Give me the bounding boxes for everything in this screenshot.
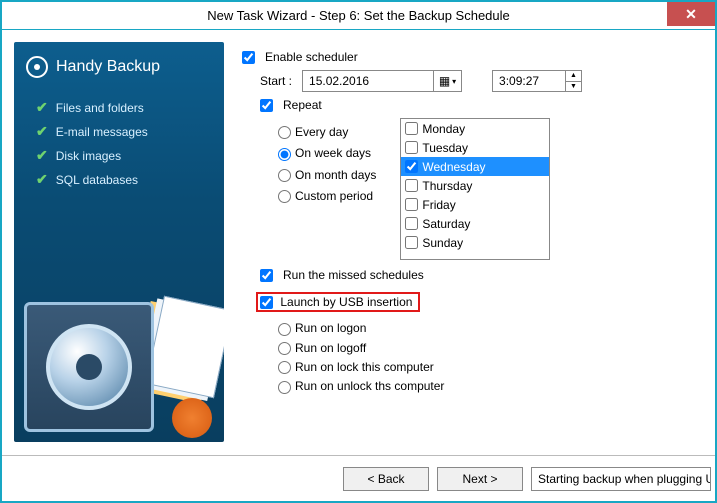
freq-every-day[interactable]: Every day (278, 125, 376, 139)
freq-week-days[interactable]: On week days (278, 146, 376, 160)
enable-scheduler-checkbox[interactable] (242, 51, 255, 64)
safe-illustration (14, 242, 224, 442)
weekday-item[interactable]: Monday (401, 119, 549, 138)
papers-icon (145, 296, 224, 399)
weekday-list[interactable]: Monday Tuesday Wednesday Thursday Friday Satu… (400, 118, 550, 260)
run-on-logon[interactable]: Run on logon (278, 321, 703, 335)
frequency-block: Every day On week days On month days Cus… (278, 118, 703, 260)
freq-every-day-radio[interactable] (278, 126, 291, 139)
weekday-item[interactable]: Friday (401, 195, 549, 214)
start-time-field[interactable]: 3:09:27 ▲ ▼ (492, 70, 582, 92)
run-on-lock-radio[interactable] (278, 361, 291, 374)
weekday-checkbox[interactable] (405, 122, 418, 135)
run-on-unlock-radio[interactable] (278, 381, 291, 394)
freq-custom[interactable]: Custom period (278, 189, 376, 203)
back-button[interactable]: < Back (343, 467, 429, 491)
wizard-window: New Task Wizard - Step 6: Set the Backup… (0, 0, 717, 503)
feature-item: ✔ Files and folders (36, 99, 224, 116)
weekday-item[interactable]: Saturday (401, 214, 549, 233)
feature-list: ✔ Files and folders ✔ E-mail messages ✔ Dis… (14, 86, 224, 188)
check-icon: ✔ (36, 171, 48, 188)
safe-handle-icon (76, 354, 102, 380)
calendar-dropdown-icon[interactable]: ▦▾ (433, 71, 461, 91)
run-trigger-options: Run on logon Run on logoff Run on lock t… (242, 321, 703, 393)
weekday-item[interactable]: Wednesday (401, 157, 549, 176)
check-icon: ✔ (36, 123, 48, 140)
spin-down-icon[interactable]: ▼ (566, 82, 581, 92)
repeat-row: Repeat (260, 98, 703, 112)
main-panel: Enable scheduler Start : 15.02.2016 ▦▾ 3… (242, 42, 703, 455)
close-button[interactable]: ✕ (667, 2, 715, 26)
spin-up-icon[interactable]: ▲ (566, 71, 581, 82)
feature-item: ✔ SQL databases (36, 171, 224, 188)
weekday-label: Monday (422, 122, 465, 136)
usb-launch-label: Launch by USB insertion (280, 295, 412, 309)
weekday-label: Sunday (422, 236, 463, 250)
usb-launch-highlight: Launch by USB insertion (256, 292, 420, 312)
window-title: New Task Wizard - Step 6: Set the Backup… (207, 8, 510, 23)
brand-name: Handy Backup (56, 58, 160, 76)
weekday-item[interactable]: Tuesday (401, 138, 549, 157)
time-spinner[interactable]: ▲ ▼ (565, 71, 581, 91)
weekday-checkbox[interactable] (405, 198, 418, 211)
run-missed-checkbox[interactable] (260, 269, 273, 282)
brand-logo-icon (26, 56, 48, 78)
run-on-lock[interactable]: Run on lock this computer (278, 360, 703, 374)
run-on-logon-radio[interactable] (278, 323, 291, 336)
weekday-label: Tuesday (422, 141, 468, 155)
weekday-label: Wednesday (422, 160, 485, 174)
start-time-value: 3:09:27 (493, 74, 565, 88)
weekday-checkbox[interactable] (405, 160, 418, 173)
run-on-logoff-radio[interactable] (278, 342, 291, 355)
run-missed-label: Run the missed schedules (283, 268, 424, 282)
repeat-checkbox[interactable] (260, 99, 273, 112)
feature-item: ✔ Disk images (36, 147, 224, 164)
freq-week-days-radio[interactable] (278, 148, 291, 161)
weekday-checkbox[interactable] (405, 236, 418, 249)
check-icon: ✔ (36, 99, 48, 116)
titlebar: New Task Wizard - Step 6: Set the Backup… (2, 2, 715, 30)
gear-icon (172, 398, 212, 438)
weekday-item[interactable]: Thursday (401, 176, 549, 195)
weekday-label: Thursday (422, 179, 472, 193)
run-missed-row: Run the missed schedules (260, 268, 703, 282)
enable-scheduler-row: Enable scheduler (242, 50, 703, 64)
frequency-radios: Every day On week days On month days Cus… (278, 118, 376, 210)
weekday-checkbox[interactable] (405, 217, 418, 230)
weekday-label: Saturday (422, 217, 470, 231)
wizard-footer: < Back Next > Starting backup when plugg… (2, 455, 715, 501)
weekday-label: Friday (422, 198, 455, 212)
close-icon: ✕ (685, 6, 697, 23)
feature-label: E-mail messages (56, 125, 148, 139)
freq-month-days-radio[interactable] (278, 169, 291, 182)
feature-label: Disk images (56, 149, 121, 163)
repeat-label: Repeat (283, 98, 322, 112)
usb-launch-checkbox[interactable] (260, 296, 273, 309)
freq-custom-radio[interactable] (278, 190, 291, 203)
run-on-unlock[interactable]: Run on unlock ths computer (278, 379, 703, 393)
feature-item: ✔ E-mail messages (36, 123, 224, 140)
status-tooltip: Starting backup when plugging USB (531, 467, 711, 491)
check-icon: ✔ (36, 147, 48, 164)
run-on-logoff[interactable]: Run on logoff (278, 341, 703, 355)
start-label: Start : (260, 74, 292, 88)
brand-row: Handy Backup (14, 42, 224, 86)
enable-scheduler-label: Enable scheduler (265, 50, 358, 64)
content-area: Handy Backup ✔ Files and folders ✔ E-mail … (2, 30, 715, 455)
weekday-checkbox[interactable] (405, 141, 418, 154)
weekday-item[interactable]: Sunday (401, 233, 549, 252)
sidebar-banner: Handy Backup ✔ Files and folders ✔ E-mail … (14, 42, 224, 442)
start-date-field[interactable]: 15.02.2016 ▦▾ (302, 70, 462, 92)
weekday-checkbox[interactable] (405, 179, 418, 192)
start-date-value: 15.02.2016 (303, 74, 433, 88)
freq-month-days[interactable]: On month days (278, 168, 376, 182)
feature-label: Files and folders (56, 101, 144, 115)
next-button[interactable]: Next > (437, 467, 523, 491)
feature-label: SQL databases (56, 173, 138, 187)
start-row: Start : 15.02.2016 ▦▾ 3:09:27 ▲ ▼ (260, 70, 703, 92)
